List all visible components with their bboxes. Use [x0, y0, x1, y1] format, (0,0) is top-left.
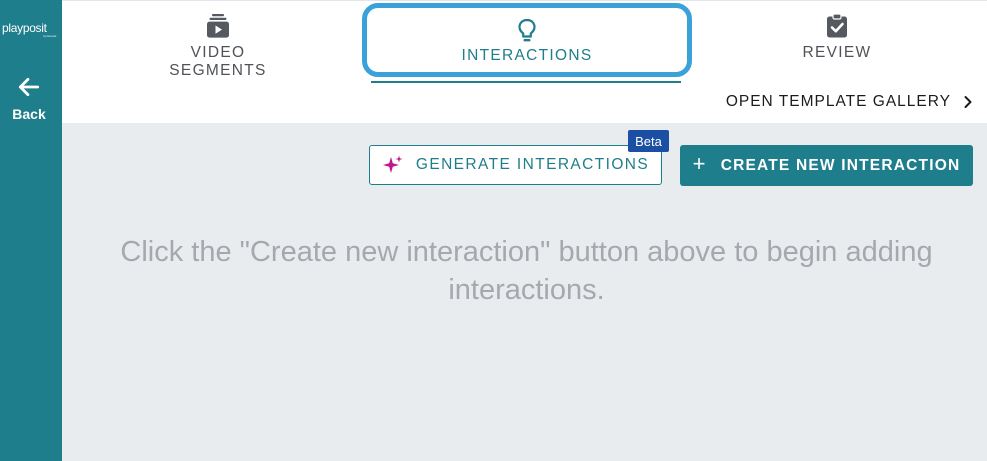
open-template-gallery-link[interactable]: OPEN TEMPLATE GALLERY	[726, 93, 973, 111]
back-label: Back	[12, 106, 46, 122]
tab-label: INTERACTIONS	[461, 47, 593, 64]
generate-label: GENERATE INTERACTIONS	[415, 156, 650, 173]
playposit-logo: playposit by Ascensia	[2, 22, 60, 38]
create-label: CREATE NEW INTERACTION	[720, 156, 961, 174]
arrow-left-icon	[18, 78, 40, 96]
empty-state-message: Click the "Create new interaction" butto…	[120, 236, 933, 306]
main-content: GENERATE INTERACTIONS Beta + CREATE NEW …	[62, 123, 987, 461]
tab-video-segments[interactable]: VIDEO SEGMENTS	[140, 13, 296, 80]
plus-icon: +	[692, 151, 707, 176]
tab-review[interactable]: REVIEW	[777, 13, 897, 62]
template-gallery-label: OPEN TEMPLATE GALLERY	[725, 93, 951, 110]
clipboard-check-icon	[827, 13, 847, 38]
lightbulb-icon	[518, 18, 536, 42]
create-new-interaction-button[interactable]: + CREATE NEW INTERACTION	[680, 145, 973, 186]
sparkle-icon	[382, 155, 403, 173]
back-button[interactable]: Back	[0, 74, 58, 122]
beta-badge: Beta	[628, 130, 669, 152]
tab-label: VIDEO SEGMENTS	[169, 44, 267, 79]
chevron-right-icon	[964, 96, 972, 108]
logo-subtext: by Ascensia	[43, 34, 56, 38]
logo-text: playposit	[2, 21, 47, 35]
generate-interactions-button[interactable]: GENERATE INTERACTIONS	[369, 145, 662, 185]
video-stack-icon	[207, 14, 229, 38]
header: VIDEO SEGMENTS INTERACTIONS REVIEW OPEN …	[62, 0, 987, 123]
sidebar: playposit by Ascensia Back	[0, 0, 62, 461]
tab-interactions[interactable]: INTERACTIONS	[362, 3, 692, 77]
tab-label: REVIEW	[802, 44, 872, 61]
active-tab-indicator	[371, 81, 681, 83]
